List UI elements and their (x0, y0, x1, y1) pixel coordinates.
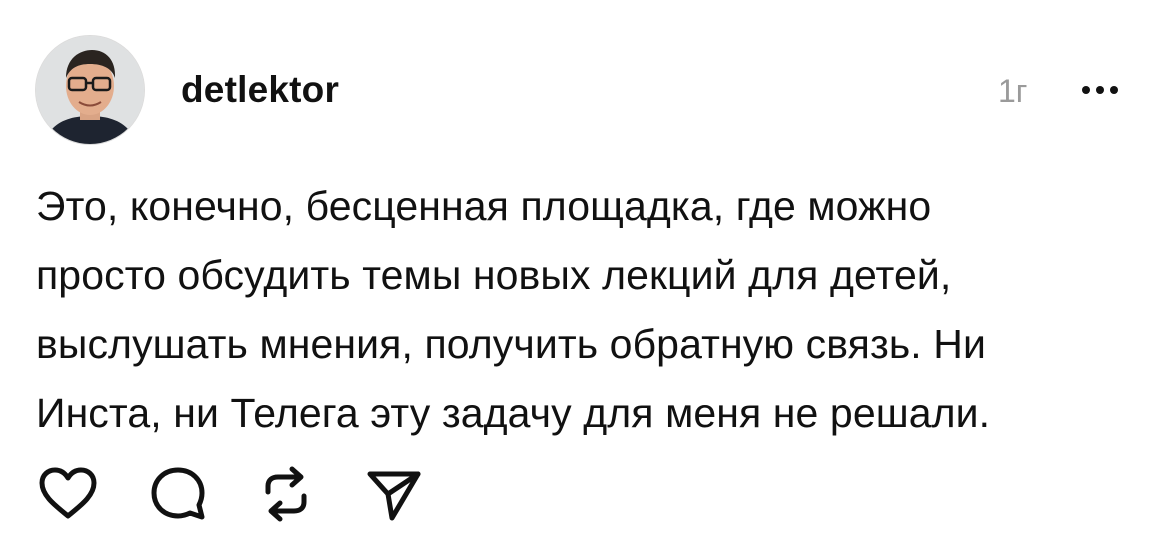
heart-icon (39, 467, 97, 519)
post-text: Это, конечно, бесценная площадка, где мо… (36, 172, 1146, 448)
repost-arrows-icon (265, 466, 307, 522)
avatar[interactable] (36, 36, 144, 144)
post-card: detlektor 1г Это, конечно, бесценная пло… (0, 0, 1170, 558)
more-dot (1110, 86, 1118, 94)
more-dot (1096, 86, 1104, 94)
post-text-line: Это, конечно, бесценная площадка, где мо… (36, 183, 932, 229)
share-button[interactable] (362, 462, 426, 526)
post-text-line: выслушать мнения, получить обратную связ… (36, 321, 987, 367)
repost-button[interactable] (254, 462, 318, 526)
more-horizontal-icon[interactable] (1076, 76, 1124, 104)
send-icon (367, 471, 421, 521)
like-button[interactable] (36, 462, 100, 526)
post-text-line: Инста, ни Телега эту задачу для меня не … (36, 390, 991, 436)
post-time: 1г (998, 73, 1028, 109)
comment-bubble-icon (151, 467, 205, 520)
avatar-portrait-image (36, 36, 144, 144)
comment-button[interactable] (146, 462, 210, 526)
username[interactable]: detlektor (181, 66, 339, 114)
post-text-line: просто обсудить темы новых лекций для де… (36, 252, 952, 298)
more-dot (1082, 86, 1090, 94)
